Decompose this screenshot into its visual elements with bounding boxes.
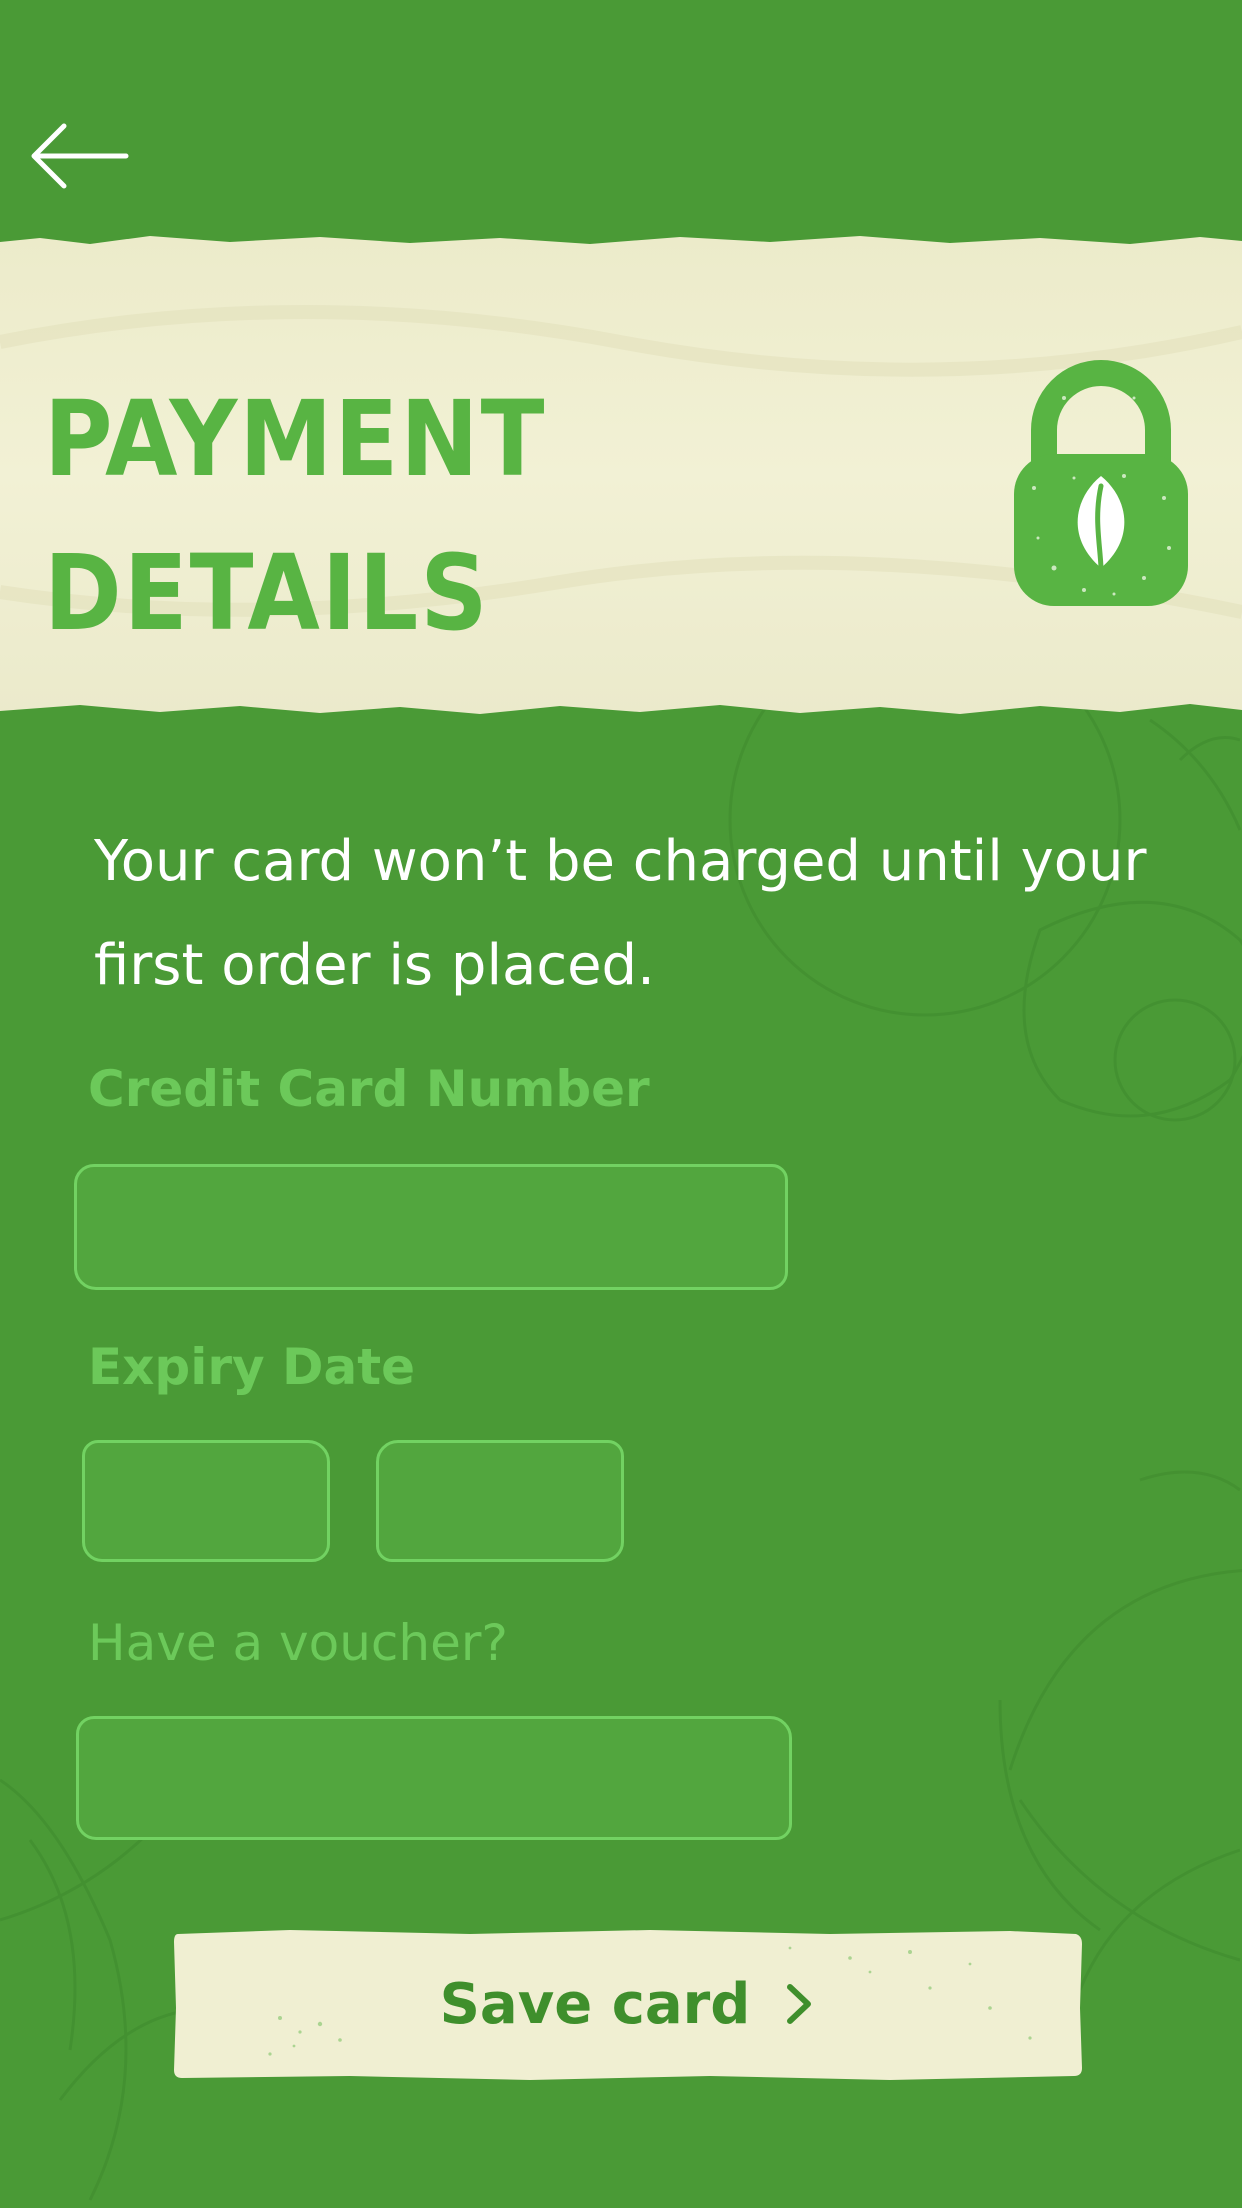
payment-details-screen: PAYMENT DETAILS Your card won’t be charg…: [0, 0, 1242, 2208]
back-button[interactable]: [28, 118, 132, 194]
save-card-label: Save card: [439, 1971, 751, 2037]
arrow-left-icon: [31, 123, 129, 189]
voucher-label: Have a voucher?: [88, 1614, 508, 1672]
page-title: PAYMENT DETAILS: [44, 378, 547, 654]
expiry-year-input[interactable]: [379, 1443, 621, 1559]
credit-card-number-field[interactable]: [74, 1164, 788, 1290]
save-card-label-row: Save card: [170, 1928, 1084, 2080]
expiry-month-field[interactable]: [82, 1440, 330, 1562]
credit-card-number-label: Credit Card Number: [88, 1060, 650, 1118]
chevron-right-icon: [787, 1984, 812, 2024]
padlock-leaf-icon: [1014, 360, 1188, 606]
save-card-button[interactable]: Save card: [170, 1928, 1084, 2080]
expiry-date-label: Expiry Date: [88, 1338, 416, 1396]
voucher-code-input[interactable]: [79, 1719, 789, 1837]
expiry-year-field[interactable]: [376, 1440, 624, 1562]
intro-text: Your card won’t be charged until your fi…: [94, 829, 1147, 998]
expiry-month-input[interactable]: [85, 1443, 327, 1559]
credit-card-number-input[interactable]: [77, 1167, 785, 1287]
voucher-code-field[interactable]: [76, 1716, 792, 1840]
